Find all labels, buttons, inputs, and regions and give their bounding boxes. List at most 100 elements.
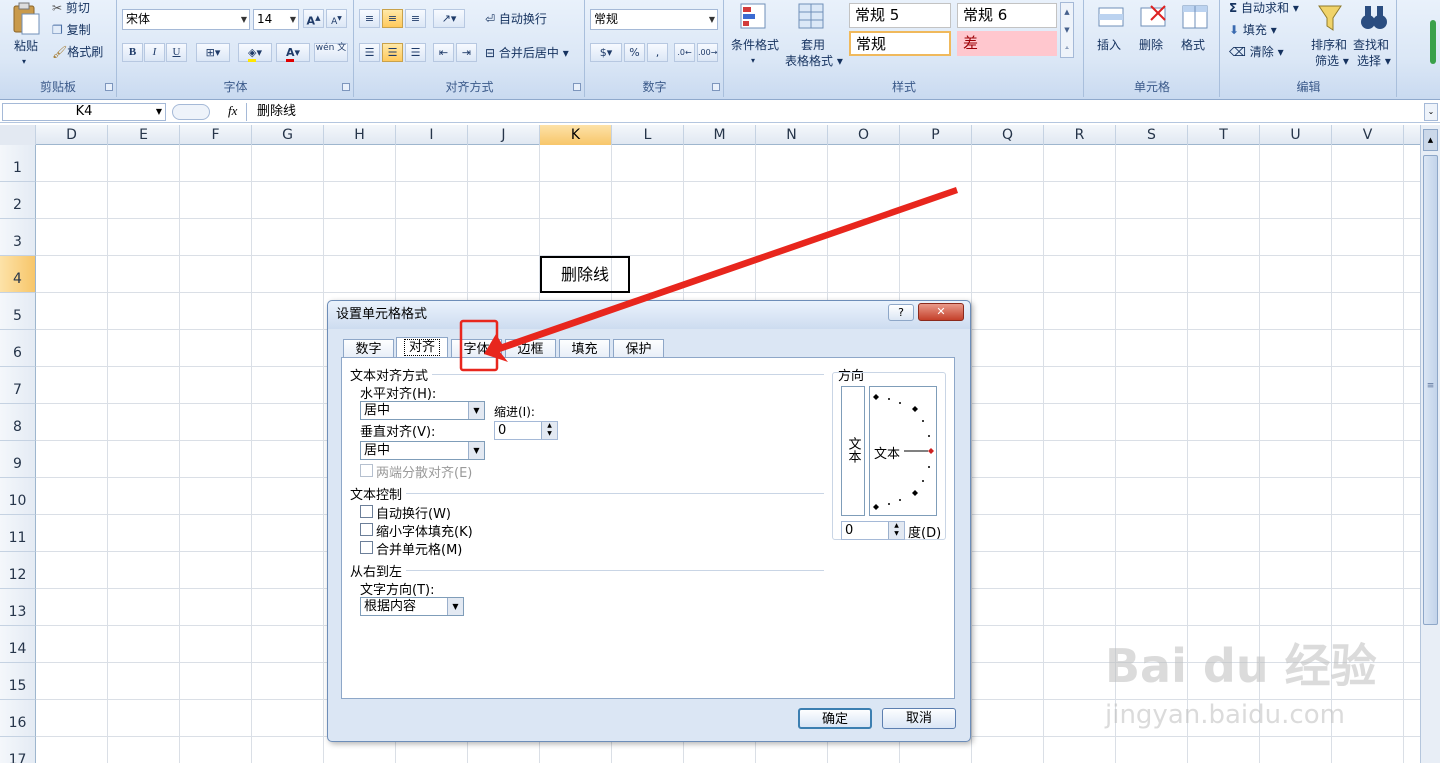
tab-protection[interactable]: 保护 (613, 339, 664, 359)
delete-button[interactable]: 删除 (1139, 37, 1163, 53)
cancel-button[interactable]: 取消 (882, 708, 956, 729)
align-bottom-button[interactable]: ≡ (405, 9, 426, 28)
format-painter-button[interactable]: 🖌格式刷 (52, 44, 103, 60)
sort-filter-button[interactable]: 筛选 ▾ (1315, 53, 1349, 69)
formula-bar-splitter[interactable] (172, 104, 210, 120)
font-name-select[interactable]: 宋体 ▼ (122, 9, 250, 30)
vertical-text-orientation[interactable]: 文本 (841, 386, 865, 516)
orientation-button[interactable]: ↗▾ (433, 9, 465, 28)
row-header[interactable]: 13 (0, 589, 36, 626)
row-header[interactable]: 3 (0, 219, 36, 256)
row-header[interactable]: 12 (0, 552, 36, 589)
italic-button[interactable]: I (144, 43, 165, 62)
tab-border[interactable]: 边框 (505, 339, 556, 359)
column-header[interactable]: F (180, 125, 252, 145)
find-select-button[interactable]: 选择 ▾ (1357, 53, 1391, 69)
row-header[interactable]: 5 (0, 293, 36, 330)
align-middle-button[interactable]: ≡ (382, 9, 403, 28)
row-header[interactable]: 17 (0, 737, 36, 763)
row-header[interactable]: 11 (0, 515, 36, 552)
style-cell-normal-5[interactable]: 常规 5 (849, 3, 951, 28)
column-header[interactable]: V (1332, 125, 1404, 145)
increase-decimal-button[interactable]: .0← (674, 43, 695, 62)
font-launcher[interactable] (342, 83, 350, 91)
align-right-button[interactable]: ☰ (405, 43, 426, 62)
format-button[interactable]: 格式 (1181, 37, 1205, 53)
row-header[interactable]: 16 (0, 700, 36, 737)
conditional-dropdown-icon[interactable]: ▾ (751, 53, 755, 69)
expand-formula-bar-button[interactable]: ⌄ (1424, 103, 1438, 121)
style-cell-bad[interactable]: 差 (957, 31, 1057, 56)
style-gallery-scroll[interactable]: ▲ ▼ ⩡ (1060, 2, 1074, 58)
scroll-thumb[interactable]: ≡ (1423, 155, 1438, 625)
autosum-button[interactable]: Σ 自动求和 ▾ (1229, 0, 1299, 16)
paste-button[interactable]: 粘贴 (14, 38, 38, 54)
orientation-dial[interactable]: 文本 (869, 386, 937, 516)
column-header[interactable]: L (612, 125, 684, 145)
align-center-button[interactable]: ☰ (382, 43, 403, 62)
comma-button[interactable]: , (647, 43, 668, 62)
column-header[interactable]: K (540, 125, 612, 145)
column-header[interactable]: R (1044, 125, 1116, 145)
sort-filter-icon[interactable] (1315, 2, 1345, 34)
row-header[interactable]: 7 (0, 367, 36, 404)
increase-indent-button[interactable]: ⇥ (456, 43, 477, 62)
table-format-button[interactable]: 表格格式 ▾ (785, 53, 843, 69)
vertical-select[interactable]: 居中 ▼ (360, 441, 485, 460)
row-header[interactable]: 9 (0, 441, 36, 478)
align-top-button[interactable]: ≡ (359, 9, 380, 28)
name-box[interactable]: K4 ▼ (2, 103, 166, 121)
copy-button[interactable]: ❐ 复制 (52, 22, 91, 38)
style-cell-normal-6[interactable]: 常规 6 (957, 3, 1057, 28)
font-color-button[interactable]: A▾ (276, 43, 310, 62)
row-header[interactable]: 2 (0, 182, 36, 219)
binoculars-icon[interactable] (1359, 2, 1389, 34)
wrap-text-checkbox[interactable] (360, 505, 373, 518)
table-format-icon[interactable] (797, 2, 829, 32)
align-left-button[interactable]: ☰ (359, 43, 380, 62)
shrink-to-fit-checkbox[interactable] (360, 523, 373, 536)
close-button[interactable]: ✕ (918, 303, 964, 321)
delete-icon[interactable] (1137, 2, 1169, 34)
formula-input[interactable]: 删除线 (246, 103, 1426, 121)
font-size-select[interactable]: 14 ▼ (253, 9, 299, 30)
grow-font-button[interactable]: A▲ (303, 9, 324, 28)
tab-font[interactable]: 字体 (451, 339, 502, 359)
column-header[interactable]: H (324, 125, 396, 145)
style-cell-normal[interactable]: 常规 (849, 31, 951, 56)
paste-dropdown-icon[interactable]: ▾ (22, 54, 26, 70)
paste-icon[interactable] (8, 2, 44, 38)
insert-function-icon[interactable]: fx (228, 103, 237, 119)
indent-spinner[interactable]: 0 ▲ ▼ (494, 421, 558, 440)
alignment-launcher[interactable] (573, 83, 581, 91)
column-header[interactable]: I (396, 125, 468, 145)
row-header[interactable]: 6 (0, 330, 36, 367)
ok-button[interactable]: 确定 (798, 708, 872, 729)
row-header[interactable]: 15 (0, 663, 36, 700)
bold-button[interactable]: B (122, 43, 143, 62)
merge-cells-checkbox[interactable] (360, 541, 373, 554)
row-header[interactable]: 1 (0, 145, 36, 182)
column-header[interactable]: S (1116, 125, 1188, 145)
decrease-indent-button[interactable]: ⇤ (433, 43, 454, 62)
spinner-arrows-icon[interactable]: ▲ ▼ (541, 422, 557, 439)
table-format-label-1[interactable]: 套用 (801, 37, 825, 53)
cut-button[interactable]: ✂ 剪切 (52, 0, 90, 16)
shrink-font-button[interactable]: A▼ (326, 9, 347, 28)
scroll-up-button[interactable]: ▲ (1423, 129, 1438, 151)
percent-button[interactable]: % (624, 43, 645, 62)
column-header[interactable]: P (900, 125, 972, 145)
help-button[interactable]: ? (888, 304, 914, 321)
degrees-spinner[interactable]: 0 ▲ ▼ (841, 521, 905, 540)
text-direction-select[interactable]: 根据内容 ▼ (360, 597, 464, 616)
row-header[interactable]: 14 (0, 626, 36, 663)
row-header[interactable]: 8 (0, 404, 36, 441)
column-header[interactable]: M (684, 125, 756, 145)
column-header[interactable]: G (252, 125, 324, 145)
clipboard-launcher[interactable] (105, 83, 113, 91)
tab-number[interactable]: 数字 (343, 339, 394, 359)
fill-color-button[interactable]: ◈▾ (238, 43, 272, 62)
column-header[interactable]: D (36, 125, 108, 145)
column-header[interactable]: Q (972, 125, 1044, 145)
number-format-select[interactable]: 常规 ▼ (590, 9, 718, 30)
